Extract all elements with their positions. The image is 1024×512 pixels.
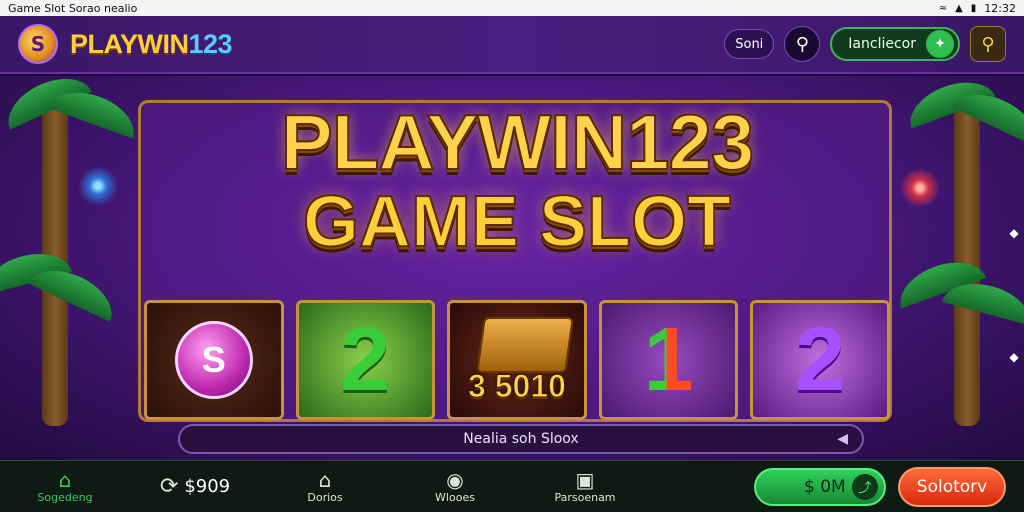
number-symbol: 1 xyxy=(643,310,694,410)
logo-icon[interactable]: S xyxy=(18,24,58,64)
search-icon: ⚲ xyxy=(795,33,809,55)
coin-symbol-icon: S xyxy=(174,321,253,399)
header-actions: Soni ⚲ Iancliecor ✦ ⚲ xyxy=(724,26,1006,62)
status-bar: Game Slot Sorao nealio ≈ ▲ ▮ 12:32 xyxy=(0,0,1024,16)
app-root: Game Slot Sorao nealio ≈ ▲ ▮ 12:32 S PLA… xyxy=(0,0,1024,512)
treasure-chest-icon xyxy=(476,317,575,373)
key-icon: ⚲ xyxy=(981,33,995,55)
top-header: S PLAYWIN123 Soni ⚲ Iancliecor ✦ ⚲ xyxy=(0,16,1024,74)
location-pin-icon: ◉ xyxy=(446,468,464,492)
cta-button[interactable]: Solotorv xyxy=(898,466,1006,507)
reel-3[interactable]: 3 5010 xyxy=(447,300,587,420)
brand-number: 123 xyxy=(188,28,233,59)
send-icon[interactable]: ◀ xyxy=(837,431,848,447)
account-pill-button[interactable]: Soni xyxy=(724,29,775,59)
palm-trunk xyxy=(954,86,980,426)
number-symbol: 2 xyxy=(340,310,391,410)
language-button[interactable]: Iancliecor ✦ xyxy=(830,27,960,61)
home-icon: ⌂ xyxy=(58,468,72,492)
signal-icon: ▲ xyxy=(955,2,963,14)
status-icons: ≈ ▲ ▮ 12:32 xyxy=(939,2,1016,15)
hero-headline-brand: PLAYWIN123 xyxy=(280,98,756,186)
nav-item-4-label: Parsoenam xyxy=(554,491,616,504)
number-symbol: 2 xyxy=(795,310,846,410)
hero-headline-game-slot: GAME SLOT xyxy=(302,182,732,262)
balance-value: $909 xyxy=(184,476,231,497)
gem-icon: ✦ xyxy=(926,30,954,58)
bottom-nav: ⌂ Sogedeng ⟳ $909 ⌂ Dorios ◉ Wlooes ▣ Pa… xyxy=(0,460,1024,512)
firework-red-icon xyxy=(900,168,940,208)
status-title: Game Slot Sorao nealio xyxy=(8,1,138,15)
house-icon: ⌂ xyxy=(318,468,332,492)
slot-reels: S 2 3 5010 1 2 xyxy=(144,300,890,420)
nav-home-label: Sogedeng xyxy=(37,491,93,504)
rail-toggle-icon[interactable]: ◆ xyxy=(1009,350,1018,364)
brand-logo[interactable]: PLAYWIN123 xyxy=(70,28,233,60)
nav-balance[interactable]: ⟳ $909 xyxy=(130,474,260,499)
key-button[interactable]: ⚲ xyxy=(970,26,1006,62)
wifi-icon: ≈ xyxy=(938,2,948,14)
refresh-icon: ⟳ xyxy=(159,474,179,499)
palm-tree-right xyxy=(884,76,1024,456)
rail-dot-icon[interactable]: ◆ xyxy=(1009,226,1018,240)
search-text: Nealia soh Sloox xyxy=(463,431,579,447)
slot-search-input[interactable]: Nealia soh Sloox ◀ xyxy=(178,424,864,454)
language-label: Iancliecor xyxy=(848,36,916,52)
nav-home[interactable]: ⌂ Sogedeng xyxy=(0,469,130,504)
firework-blue-icon xyxy=(78,166,118,206)
reel-2[interactable]: 2 xyxy=(295,300,436,420)
up-arrow-icon: ⤴ xyxy=(852,473,878,500)
nav-item-2-label: Dorios xyxy=(307,491,343,504)
palm-tree-left xyxy=(0,76,143,456)
nav-item-3-label: Wlooes xyxy=(435,491,475,504)
logo-badge-letter: S xyxy=(30,32,46,56)
jackpot-amount: 3 5010 xyxy=(468,367,567,404)
status-time: 12:32 xyxy=(984,1,1016,15)
search-button[interactable]: ⚲ xyxy=(784,26,821,62)
bet-label: $ 0M xyxy=(804,476,846,497)
nav-item-4[interactable]: ▣ Parsoenam xyxy=(520,469,650,504)
side-rail: ◆ ◆ ● xyxy=(1004,166,1024,460)
profile-icon: ▣ xyxy=(575,468,595,492)
game-stage: PLAYWIN123 GAME SLOT S 2 3 5010 1 2 Neal… xyxy=(0,76,1024,460)
reel-1[interactable]: S xyxy=(144,300,284,420)
bet-button[interactable]: $ 0M ⤴ xyxy=(754,467,886,506)
reel-4[interactable]: 1 xyxy=(598,300,739,420)
nav-item-3[interactable]: ◉ Wlooes xyxy=(390,469,520,504)
battery-icon: ▮ xyxy=(970,2,977,14)
brand-word: PLAYWIN xyxy=(70,28,189,59)
reel-5[interactable]: 2 xyxy=(750,300,890,420)
nav-item-2[interactable]: ⌂ Dorios xyxy=(260,469,390,504)
